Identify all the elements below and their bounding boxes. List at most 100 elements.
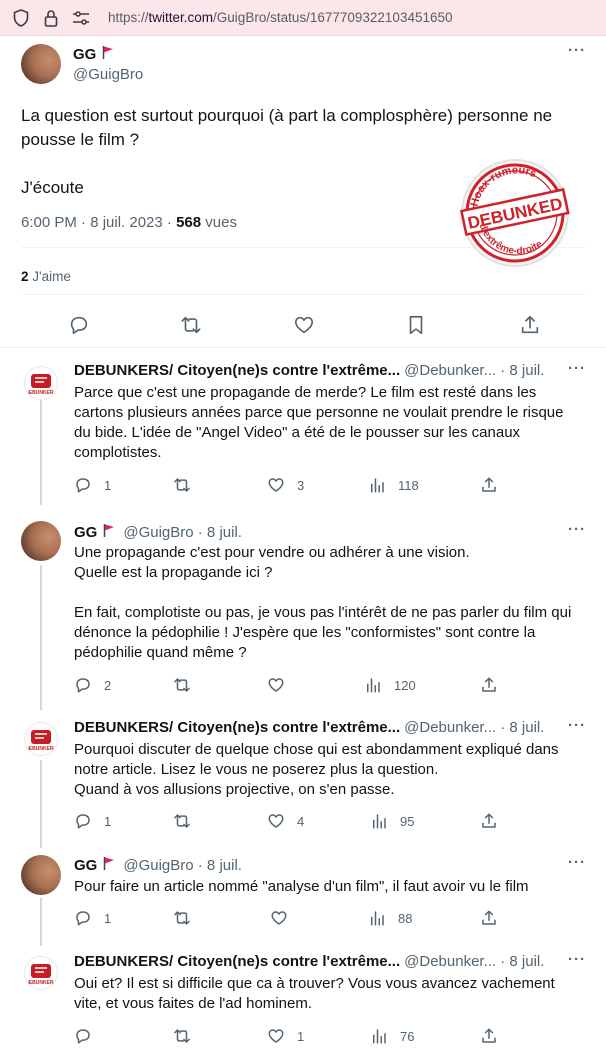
share-button[interactable]: [480, 1027, 510, 1045]
avatar[interactable]: [21, 521, 61, 561]
tweet-actions: [0, 314, 606, 338]
reply-icon: [76, 678, 90, 693]
views-button[interactable]: 118: [368, 476, 419, 494]
like-icon: [271, 911, 287, 925]
retweet-button[interactable]: [173, 476, 203, 494]
likes-summary[interactable]: 2 J'aime: [21, 269, 71, 284]
divider: [21, 294, 585, 295]
reply-icon: [76, 911, 90, 926]
views-button[interactable]: 76: [370, 1027, 414, 1045]
like-icon: [268, 478, 284, 492]
like-button[interactable]: 1: [267, 1027, 304, 1045]
like-button[interactable]: [267, 676, 297, 694]
reply-actions: 1 3 118: [0, 476, 606, 496]
views-count: 568: [176, 214, 202, 231]
views-button[interactable]: 88: [368, 909, 412, 927]
like-icon: [268, 678, 284, 692]
reply-button[interactable]: 1: [74, 909, 111, 927]
retweet-button[interactable]: [173, 676, 203, 694]
flag-icon: [103, 523, 115, 541]
avatar[interactable]: DEBUNKERS: [24, 956, 58, 990]
reply-author-name: DEBUNKERS/ Citoyen(ne)s contre l'extrême…: [74, 362, 401, 379]
avatar[interactable]: [21, 44, 61, 84]
reply-author[interactable]: GG @GuigBro · 8 juil.: [74, 523, 242, 541]
url-path: /GuigBro/status/1677709322103451650: [213, 10, 453, 25]
url-text[interactable]: https://twitter.com/GuigBro/status/16777…: [108, 10, 453, 25]
share-icon[interactable]: [519, 314, 543, 338]
reply-text: Pour faire un article nommé "analyse d'u…: [74, 878, 529, 895]
reply-author[interactable]: DEBUNKERS/ Citoyen(ne)s contre l'extrême…: [74, 953, 544, 970]
url-prefix: https://: [108, 10, 149, 25]
more-icon[interactable]: ···: [568, 521, 586, 538]
share-icon: [482, 1028, 496, 1043]
like-icon: [268, 814, 284, 828]
lock-icon[interactable]: [40, 7, 62, 29]
more-icon[interactable]: ···: [568, 42, 586, 59]
reply-actions: 2 120: [0, 676, 606, 696]
reply-handle-date: @GuigBro · 8 juil.: [123, 523, 242, 541]
reply-author[interactable]: GG @GuigBro · 8 juil.: [74, 856, 242, 874]
reply-actions: 1 4 95: [0, 812, 606, 832]
views-count: 76: [400, 1028, 415, 1044]
share-button[interactable]: [480, 909, 510, 927]
svg-text:DEBUNKERS: DEBUNKERS: [28, 390, 54, 396]
url-host: twitter.com: [148, 10, 214, 25]
share-icon: [482, 477, 496, 492]
more-icon[interactable]: ···: [568, 360, 586, 377]
views-label: vues: [201, 214, 237, 231]
author-name[interactable]: GG: [73, 45, 114, 63]
likes-count: 2: [21, 269, 29, 284]
like-button[interactable]: 3: [267, 476, 304, 494]
retweet-icon[interactable]: [180, 314, 204, 338]
tweet-timestamp[interactable]: 6:00 PM · 8 juil. 2023 ·: [21, 214, 176, 231]
reply-handle-date: @Debunker... · 8 juil.: [404, 362, 545, 379]
likes-label: J'aime: [28, 269, 71, 284]
avatar[interactable]: DEBUNKERS: [24, 722, 58, 756]
like-button[interactable]: 4: [267, 812, 304, 830]
svg-text:DEBUNKERS: DEBUNKERS: [28, 746, 54, 752]
reply-author[interactable]: DEBUNKERS/ Citoyen(ne)s contre l'extrême…: [74, 362, 544, 379]
site-permissions-icon[interactable]: [70, 7, 92, 29]
like-count: 1: [297, 1028, 305, 1044]
author-handle[interactable]: @GuigBro: [73, 66, 143, 83]
reply-author[interactable]: DEBUNKERS/ Citoyen(ne)s contre l'extrême…: [74, 719, 544, 736]
author-name-text: GG: [73, 45, 97, 63]
reply-text: Parce que c'est une propagande de merde?…: [74, 384, 564, 461]
share-button[interactable]: [480, 812, 510, 830]
avatar[interactable]: [21, 855, 61, 895]
reply-button[interactable]: [74, 1027, 104, 1045]
reply-author-name: DEBUNKERS/ Citoyen(ne)s contre l'extrême…: [74, 953, 401, 970]
retweet-button[interactable]: [173, 909, 203, 927]
debunked-stamp: Hoax-rumeurs DEBUNKED d'extrême-droite: [455, 153, 575, 273]
more-icon[interactable]: ···: [568, 854, 586, 871]
views-button[interactable]: 120: [364, 676, 416, 694]
share-icon: [482, 677, 496, 692]
more-icon[interactable]: ···: [568, 951, 586, 968]
reply-icon[interactable]: [68, 314, 92, 338]
more-icon[interactable]: ···: [568, 717, 586, 734]
retweet-button[interactable]: [173, 1027, 203, 1045]
retweet-icon: [174, 678, 190, 692]
views-icon: [373, 1029, 386, 1044]
like-button[interactable]: [270, 909, 300, 927]
reply-button[interactable]: 2: [74, 676, 111, 694]
like-icon[interactable]: [293, 314, 317, 338]
share-button[interactable]: [480, 476, 510, 494]
shield-icon[interactable]: [10, 7, 32, 29]
reply-text: Une propagande c'est pour vendre ou adhé…: [74, 544, 572, 661]
reply-button[interactable]: 1: [74, 476, 111, 494]
reply-count: 2: [104, 677, 112, 693]
thread-line: [40, 760, 42, 848]
retweet-icon: [174, 1029, 190, 1043]
like-count: 3: [297, 477, 305, 493]
reply-icon: [76, 478, 90, 493]
views-button[interactable]: 95: [370, 812, 414, 830]
reply-button[interactable]: 1: [74, 812, 111, 830]
retweet-button[interactable]: [173, 812, 203, 830]
reply-actions: 1 76: [0, 1027, 606, 1047]
views-count: 95: [400, 813, 415, 829]
bookmark-icon[interactable]: [405, 314, 429, 338]
avatar[interactable]: DEBUNKERS: [24, 366, 58, 400]
browser-url-bar[interactable]: https://twitter.com/GuigBro/status/16777…: [0, 0, 606, 36]
share-button[interactable]: [480, 676, 510, 694]
